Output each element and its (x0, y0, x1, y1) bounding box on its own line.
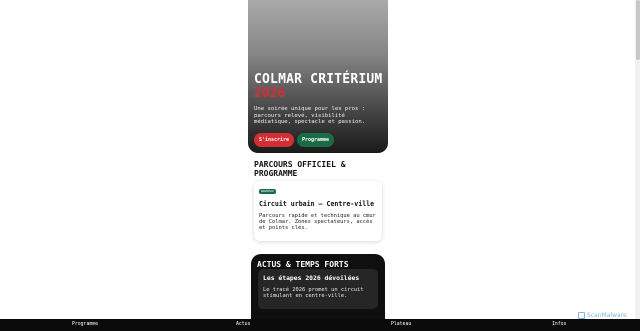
nav-item-infos[interactable]: Infos (552, 322, 566, 327)
scrollbar-thumb[interactable] (636, 0, 640, 60)
nav-item-actus[interactable]: Actus (236, 322, 250, 327)
nav-item-programme[interactable]: Programme (72, 322, 98, 327)
new-badge: NOUVEAU (259, 189, 276, 194)
news-card-title: Les étapes 2026 dévoilées (263, 274, 360, 282)
watermark: ScanMalware (578, 312, 627, 319)
course-card-body: Parcours rapide et technique au cœur de … (259, 213, 376, 232)
page-content: COLMAR CRITÉRIUM 2026 Une soirée unique … (248, 0, 388, 320)
course-card-title: Circuit urbain — Centre-ville (259, 200, 375, 208)
watermark-text: ScanMalware (587, 312, 627, 319)
hero-description: Une soirée unique pour les pros : parcou… (254, 106, 366, 126)
page-scrollbar[interactable] (635, 0, 640, 320)
news-card-body: Le tracé 2026 promet un circuit stimulan… (263, 287, 364, 300)
news-section: ACTUS & TEMPS FORTS Les étapes 2026 dévo… (251, 254, 385, 320)
course-section-title: PARCOURS OFFICIEL & PROGRAMME (254, 160, 346, 178)
hero-year: 2026 (254, 86, 286, 101)
news-section-title: ACTUS & TEMPS FORTS (257, 260, 349, 269)
hero-banner: COLMAR CRITÉRIUM 2026 Une soirée unique … (248, 0, 388, 153)
bottom-nav: Programme Actus Plateau Infos (0, 319, 640, 331)
news-card[interactable]: Les étapes 2026 dévoilées Le tracé 2026 … (258, 269, 378, 309)
register-button[interactable]: S'inscrire (254, 133, 294, 147)
watermark-icon (578, 312, 585, 319)
programme-button[interactable]: Programme (297, 133, 334, 147)
hero-title: COLMAR CRITÉRIUM (254, 72, 383, 87)
nav-item-plateau[interactable]: Plateau (391, 322, 411, 327)
course-card[interactable]: NOUVEAU Circuit urbain — Centre-ville Pa… (254, 181, 382, 241)
